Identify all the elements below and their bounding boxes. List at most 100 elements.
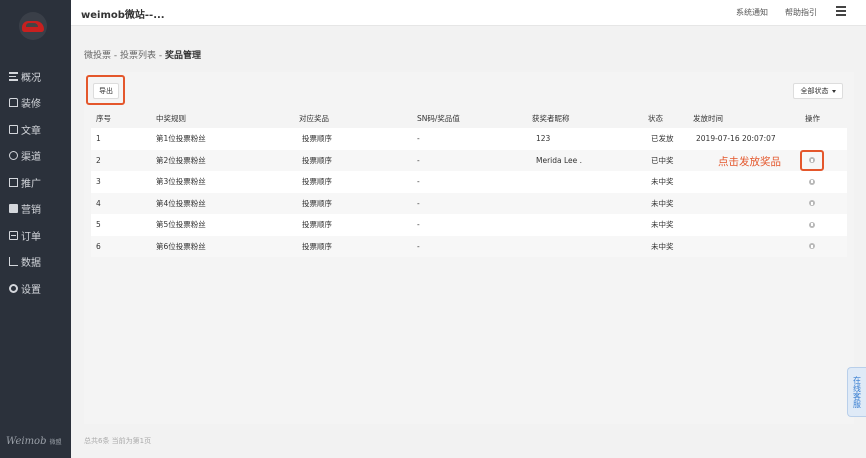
sidebar-item-decorate[interactable]: 装修 xyxy=(0,90,71,117)
cell-prize: 投票顺序 xyxy=(302,241,332,251)
order-icon xyxy=(9,230,18,240)
col-header-index: 序号 xyxy=(96,113,111,123)
cell-sn: - xyxy=(417,134,420,144)
article-icon xyxy=(9,124,18,134)
sidebar-nav: 概况 装修 文章 渠道 推广 营销 订单 数据 设置 xyxy=(0,63,71,302)
table-row: 4 第4位投票粉丝 投票顺序 - 未中奖 xyxy=(91,192,847,215)
cell-status: 已中奖 xyxy=(651,155,674,165)
sidebar-item-settings[interactable]: 设置 xyxy=(0,275,71,302)
action-highlight-box xyxy=(800,150,824,171)
decorate-icon xyxy=(9,98,18,108)
cell-rule: 第6位投票粉丝 xyxy=(156,241,206,251)
breadcrumb-current: 奖品管理 xyxy=(165,51,202,61)
prize-table: 序号 中奖规则 对应奖品 SN码/奖品值 获奖者昵称 状态 发放时间 操作 1 … xyxy=(91,108,847,257)
sidebar-item-label: 数据 xyxy=(21,258,41,270)
car-logo-icon xyxy=(22,21,44,32)
channel-icon xyxy=(9,151,18,161)
col-header-status: 状态 xyxy=(648,113,663,123)
export-highlight-box xyxy=(86,75,125,105)
cell-index: 5 xyxy=(96,220,101,230)
sidebar-item-label: 渠道 xyxy=(21,152,41,164)
sidebar-item-label: 订单 xyxy=(21,231,41,243)
action-info-icon[interactable] xyxy=(809,200,815,207)
system-notice-link[interactable]: 系统通知 xyxy=(736,7,768,18)
brand-sub: 微盟 xyxy=(49,439,62,446)
overview-icon xyxy=(9,71,18,81)
promotion-icon xyxy=(9,177,18,187)
col-header-sn: SN码/奖品值 xyxy=(417,113,460,123)
table-header-row: 序号 中奖规则 对应奖品 SN码/奖品值 获奖者昵称 状态 发放时间 操作 xyxy=(91,108,847,128)
action-info-icon[interactable] xyxy=(809,243,815,250)
cell-rule: 第3位投票粉丝 xyxy=(156,177,206,187)
action-info-icon[interactable] xyxy=(809,178,815,185)
cell-action xyxy=(805,236,815,258)
breadcrumb-vote-list[interactable]: 投票列表 xyxy=(120,51,156,61)
cell-prize: 投票顺序 xyxy=(302,155,332,165)
table-row: 6 第6位投票粉丝 投票顺序 - 未中奖 xyxy=(91,235,847,258)
online-service-button[interactable]: 在线客服 xyxy=(847,367,866,417)
cell-index: 4 xyxy=(96,198,101,208)
marketing-icon xyxy=(9,204,18,214)
cell-action xyxy=(805,193,815,215)
status-filter-value: 全部状态 xyxy=(800,87,829,95)
cell-winner: 123 xyxy=(536,134,551,144)
sidebar-item-overview[interactable]: 概况 xyxy=(0,63,71,90)
cell-sn: - xyxy=(417,220,420,230)
table-row: 1 第1位投票粉丝 投票顺序 - 123 已发放 2019-07-16 20:0… xyxy=(91,128,847,150)
issue-prize-annotation: 点击发放奖品 xyxy=(718,156,781,168)
cell-status: 未中奖 xyxy=(651,177,674,187)
cell-rule: 第2位投票粉丝 xyxy=(156,155,206,165)
breadcrumb-vote[interactable]: 微投票 xyxy=(84,51,111,61)
cell-action xyxy=(805,171,815,193)
hamburger-menu-icon[interactable] xyxy=(836,6,846,16)
col-header-action: 操作 xyxy=(805,113,820,123)
cell-status: 未中奖 xyxy=(651,241,674,251)
site-title: weimob微站--... xyxy=(81,10,165,21)
sidebar-item-article[interactable]: 文章 xyxy=(0,116,71,143)
sidebar-item-data[interactable]: 数据 xyxy=(0,249,71,276)
sidebar-item-channel[interactable]: 渠道 xyxy=(0,143,71,170)
app-logo[interactable] xyxy=(19,12,47,40)
cell-index: 6 xyxy=(96,241,101,251)
status-filter-select[interactable]: 全部状态 xyxy=(793,83,843,99)
sidebar-item-label: 营销 xyxy=(21,205,41,217)
cell-index: 1 xyxy=(96,134,101,144)
sidebar-item-label: 设置 xyxy=(21,284,41,296)
cell-sn: - xyxy=(417,198,420,208)
cell-prize: 投票顺序 xyxy=(302,134,332,144)
cell-status: 未中奖 xyxy=(651,220,674,230)
cell-prize: 投票顺序 xyxy=(302,198,332,208)
cell-sn: - xyxy=(417,241,420,251)
sidebar: 概况 装修 文章 渠道 推广 营销 订单 数据 设置 Weimob 微盟 xyxy=(0,0,71,458)
sidebar-item-label: 概况 xyxy=(21,72,41,84)
help-guide-link[interactable]: 帮助指引 xyxy=(785,7,817,18)
action-info-icon[interactable] xyxy=(809,221,815,228)
breadcrumb: 微投票 - 投票列表 - 奖品管理 xyxy=(84,48,201,61)
cell-winner: Merida Lee . xyxy=(536,155,583,165)
cell-prize: 投票顺序 xyxy=(302,177,332,187)
cell-action xyxy=(805,214,815,236)
settings-icon xyxy=(9,283,18,293)
cell-rule: 第1位投票粉丝 xyxy=(156,134,206,144)
sidebar-item-order[interactable]: 订单 xyxy=(0,222,71,249)
pagination-summary: 总共6条 当前为第1页 xyxy=(84,437,152,445)
brand-logo: Weimob 微盟 xyxy=(6,436,62,447)
cell-sn: - xyxy=(417,155,420,165)
table-row: 3 第3位投票粉丝 投票顺序 - 未中奖 xyxy=(91,171,847,193)
cell-status: 未中奖 xyxy=(651,198,674,208)
cell-index: 3 xyxy=(96,177,101,187)
breadcrumb-separator: - xyxy=(156,51,165,61)
cell-sn: - xyxy=(417,177,420,187)
cell-rule: 第5位投票粉丝 xyxy=(156,220,206,230)
breadcrumb-separator: - xyxy=(111,51,120,61)
col-header-time: 发放时间 xyxy=(693,113,723,123)
cell-status: 已发放 xyxy=(651,134,674,144)
col-header-rule: 中奖规则 xyxy=(156,113,186,123)
sidebar-item-marketing[interactable]: 营销 xyxy=(0,196,71,223)
cell-prize: 投票顺序 xyxy=(302,220,332,230)
sidebar-item-promotion[interactable]: 推广 xyxy=(0,169,71,196)
cell-rule: 第4位投票粉丝 xyxy=(156,198,206,208)
cell-time: 2019-07-16 20:07:07 xyxy=(696,134,776,144)
top-header: weimob微站--... 系统通知 帮助指引 xyxy=(71,0,866,26)
caret-down-icon xyxy=(831,89,836,93)
